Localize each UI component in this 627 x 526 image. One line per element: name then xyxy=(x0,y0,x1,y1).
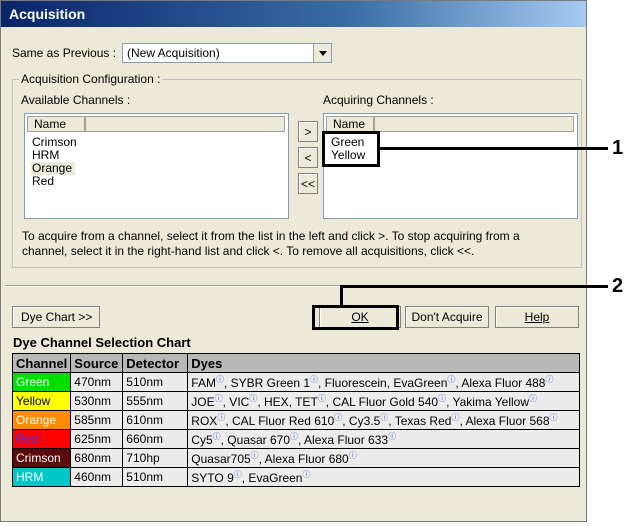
source-cell: 530nm xyxy=(70,391,124,411)
detector-cell: 510nm xyxy=(122,467,189,487)
callout-number-2: 2 xyxy=(612,275,624,297)
info-icon: ⓘ xyxy=(317,394,326,403)
header-channel: Channel xyxy=(11,353,72,373)
info-icon: ⓘ xyxy=(233,470,242,479)
channel-cell: Green xyxy=(11,372,72,392)
remove-channel-button[interactable]: < xyxy=(298,147,318,168)
channel-cell: Red xyxy=(11,429,72,449)
info-icon: ⓘ xyxy=(302,470,311,479)
info-icon: ⓘ xyxy=(250,451,259,460)
detector-cell: 510nm xyxy=(122,372,189,392)
dye-chart-button[interactable]: Dye Chart >> xyxy=(12,306,100,328)
dyes-cell: SYTO 9ⓘ, EvaGreenⓘ xyxy=(187,467,581,487)
help-button[interactable]: Help xyxy=(495,306,579,328)
channel-cell: Orange xyxy=(11,410,72,430)
dyes-cell: FAMⓘ, SYBR Green 1ⓘ, Fluorescein, EvaGre… xyxy=(187,372,581,392)
acquiring-name-header[interactable]: Name xyxy=(326,116,374,132)
available-channels-list[interactable]: Name Crimson HRM Orange Red xyxy=(24,113,289,219)
channel-cell: Yellow xyxy=(11,391,72,411)
available-extra-header xyxy=(85,116,285,132)
info-icon: ⓘ xyxy=(388,432,397,441)
info-icon: ⓘ xyxy=(545,375,554,384)
callout-number-1: 1 xyxy=(612,137,624,159)
info-icon: ⓘ xyxy=(310,375,319,384)
info-icon: ⓘ xyxy=(290,432,299,441)
callout-line-2 xyxy=(340,285,608,288)
info-icon: ⓘ xyxy=(214,394,223,403)
same-as-previous-label: Same as Previous : xyxy=(12,46,117,60)
available-channel-red[interactable]: Red xyxy=(31,175,57,188)
callout-line-1 xyxy=(380,147,608,150)
header-detector: Detector xyxy=(122,353,189,373)
available-channels-label: Available Channels : xyxy=(21,93,131,107)
info-icon: ⓘ xyxy=(217,413,226,422)
dont-acquire-button[interactable]: Don't Acquire xyxy=(405,306,489,328)
header-dyes: Dyes xyxy=(187,353,581,373)
dye-table-row: Red 625nm 660nm Cy5ⓘ, Quasar 670ⓘ, Alexa Fl… xyxy=(11,429,581,449)
remove-all-channels-button[interactable]: << xyxy=(298,173,318,194)
dye-table-row: Green 470nm 510nm FAMⓘ, SYBR Green 1ⓘ, Fluo… xyxy=(11,372,581,392)
same-as-previous-value: (New Acquisition) xyxy=(127,46,220,60)
dyes-cell: JOEⓘ, VICⓘ, HEX, TETⓘ, CAL Fluor Gold 54… xyxy=(187,391,581,411)
acquisition-help-text: To acquire from a channel, select it fro… xyxy=(22,229,520,258)
source-cell: 585nm xyxy=(70,410,124,430)
dye-table-header-row: Channel Source Detector Dyes xyxy=(11,353,581,373)
dyes-cell: Quasar705ⓘ, Alexa Fluor 680ⓘ xyxy=(187,448,581,468)
info-icon: ⓘ xyxy=(380,413,389,422)
dyes-cell: Cy5ⓘ, Quasar 670ⓘ, Alexa Fluor 633ⓘ xyxy=(187,429,581,449)
channel-cell: Crimson xyxy=(11,448,72,468)
callout-line-2-vertical xyxy=(340,286,343,306)
detector-cell: 610nm xyxy=(122,410,189,430)
dye-channel-table: Channel Source Detector Dyes Green 470nm 5… xyxy=(11,353,581,487)
available-name-header[interactable]: Name xyxy=(27,116,85,132)
detector-cell: 710hp xyxy=(122,448,189,468)
source-cell: 680nm xyxy=(70,448,124,468)
add-channel-button[interactable]: > xyxy=(298,121,318,142)
info-icon: ⓘ xyxy=(529,394,538,403)
source-cell: 470nm xyxy=(70,372,124,392)
info-icon: ⓘ xyxy=(334,413,343,422)
acquisition-config-legend: Acquisition Configuration : xyxy=(19,72,163,86)
acquisition-dialog: Acquisition Same as Previous : (New Acqu… xyxy=(0,0,587,522)
acquiring-extra-header xyxy=(374,116,574,132)
source-cell: 460nm xyxy=(70,467,124,487)
info-icon: ⓘ xyxy=(451,413,460,422)
dye-chart-title: Dye Channel Selection Chart xyxy=(13,335,191,350)
channel-cell: HRM xyxy=(11,467,72,487)
dyes-cell: ROXⓘ, CAL Fluor Red 610ⓘ, Cy3.5ⓘ, Texas … xyxy=(187,410,581,430)
detector-cell: 555nm xyxy=(122,391,189,411)
detector-cell: 660nm xyxy=(122,429,189,449)
info-icon: ⓘ xyxy=(348,451,357,460)
acquiring-channels-label: Acquiring Channels : xyxy=(323,93,434,107)
info-icon: ⓘ xyxy=(549,413,558,422)
dye-table-row: Yellow 530nm 555nm JOEⓘ, VICⓘ, HEX, TETⓘ, C… xyxy=(11,391,581,411)
callout-box-ok xyxy=(312,305,399,330)
dropdown-arrow-icon[interactable] xyxy=(313,44,331,62)
dye-table-row: Orange 585nm 610nm ROXⓘ, CAL Fluor Red 610ⓘ… xyxy=(11,410,581,430)
info-icon: ⓘ xyxy=(215,375,224,384)
dye-table-row: HRM 460nm 510nm SYTO 9ⓘ, EvaGreenⓘ xyxy=(11,467,581,487)
info-icon: ⓘ xyxy=(249,394,258,403)
dialog-title: Acquisition xyxy=(1,1,586,27)
callout-box-acquiring xyxy=(322,131,380,167)
dye-table-row: Crimson 680nm 710hp Quasar705ⓘ, Alexa Fluor… xyxy=(11,448,581,468)
source-cell: 625nm xyxy=(70,429,124,449)
info-icon: ⓘ xyxy=(212,432,221,441)
info-icon: ⓘ xyxy=(447,375,456,384)
header-source: Source xyxy=(70,353,124,373)
info-icon: ⓘ xyxy=(438,394,447,403)
same-as-previous-dropdown[interactable]: (New Acquisition) xyxy=(122,43,332,63)
